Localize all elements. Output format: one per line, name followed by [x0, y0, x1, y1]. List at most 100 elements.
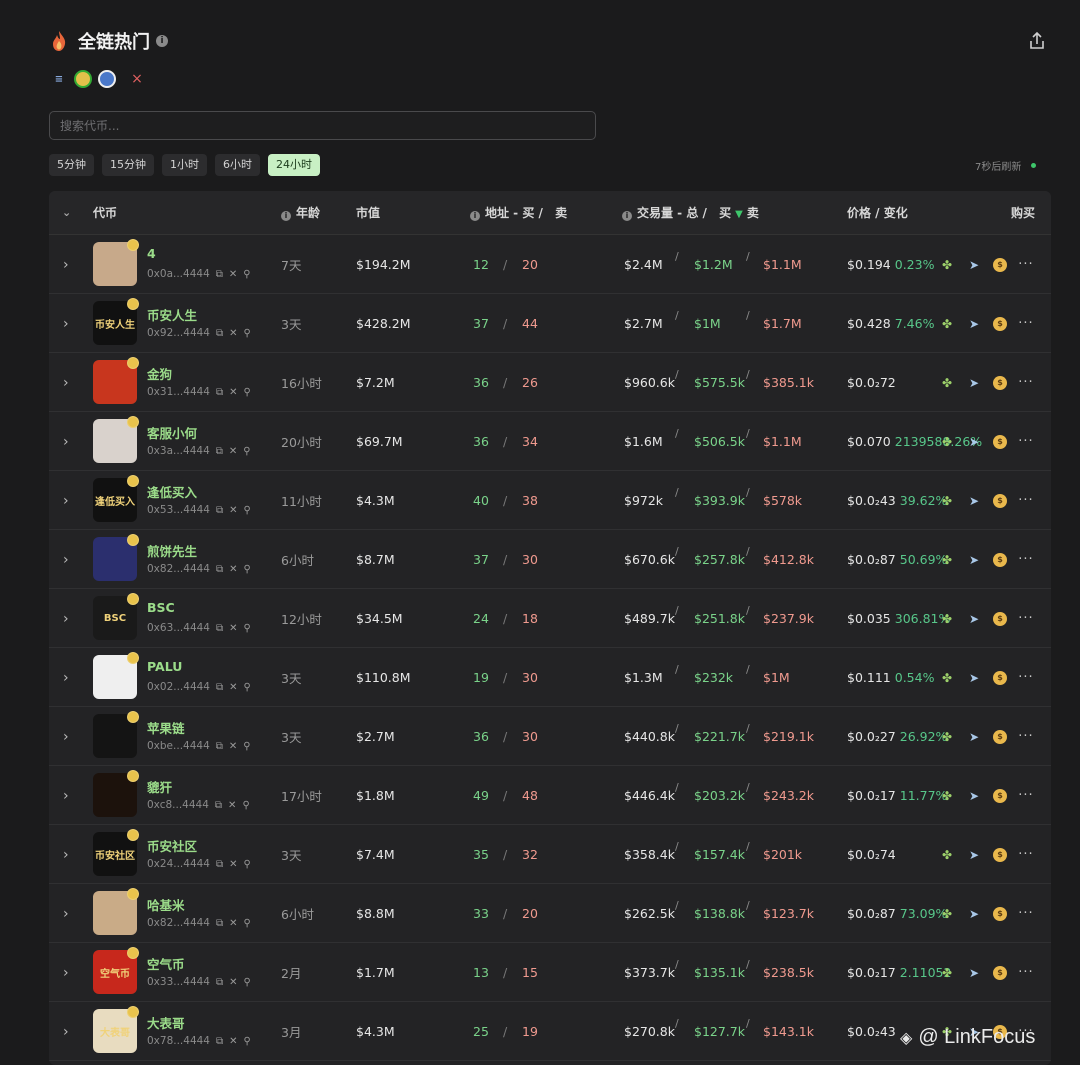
- coin-buy-icon[interactable]: $: [993, 375, 1007, 390]
- coin-buy-icon[interactable]: $: [993, 611, 1007, 626]
- coin-buy-icon[interactable]: $: [993, 847, 1007, 862]
- more-icon[interactable]: ···: [1018, 552, 1034, 568]
- frog-buy-icon[interactable]: ✤: [939, 375, 955, 391]
- frog-buy-icon[interactable]: ✤: [939, 493, 955, 509]
- coin-buy-icon[interactable]: $: [993, 965, 1007, 980]
- expand-row-icon[interactable]: ›: [63, 235, 69, 294]
- expand-row-icon[interactable]: ›: [63, 353, 69, 412]
- coin-buy-icon[interactable]: $: [993, 257, 1007, 272]
- table-row[interactable]: › 币安人生 币安人生 0x92...4444 ⧉ ✕ ⚲ 3天 $428.2M…: [49, 294, 1051, 353]
- timeframe-tab[interactable]: 5分钟: [49, 154, 94, 176]
- bird-buy-icon[interactable]: ➤: [966, 906, 982, 922]
- bird-buy-icon[interactable]: ➤: [966, 965, 982, 981]
- copy-icon[interactable]: ⧉: [215, 800, 222, 811]
- coin-buy-icon[interactable]: $: [993, 788, 1007, 803]
- search-token-icon[interactable]: ⚲: [244, 564, 251, 575]
- more-icon[interactable]: ···: [1018, 670, 1034, 686]
- copy-icon[interactable]: ⧉: [216, 505, 223, 516]
- frog-buy-icon[interactable]: ✤: [939, 257, 955, 273]
- frog-buy-icon[interactable]: ✤: [939, 729, 955, 745]
- more-icon[interactable]: ···: [1018, 257, 1034, 273]
- table-row[interactable]: › PALU 0x02...4444 ⧉ ✕ ⚲ 3天 $110.8M 19 /…: [49, 648, 1051, 707]
- search-token-icon[interactable]: ⚲: [244, 859, 251, 870]
- search-token-icon[interactable]: ⚲: [244, 682, 251, 693]
- search-token-icon[interactable]: ⚲: [244, 918, 251, 929]
- table-row[interactable]: › 苹果链 0xbe...4444 ⧉ ✕ ⚲ 3天 $2.7M 36 / 30…: [49, 707, 1051, 766]
- search-token-icon[interactable]: ⚲: [242, 800, 249, 811]
- token-name[interactable]: 客服小何: [147, 423, 197, 442]
- x-twitter-icon[interactable]: ✕: [229, 623, 237, 634]
- copy-icon[interactable]: ⧉: [216, 564, 223, 575]
- token-name[interactable]: 空气币: [147, 954, 185, 973]
- more-icon[interactable]: ···: [1018, 434, 1034, 450]
- bird-buy-icon[interactable]: ➤: [966, 434, 982, 450]
- more-icon[interactable]: ···: [1018, 788, 1034, 804]
- table-row[interactable]: › 金狗 0x31...4444 ⧉ ✕ ⚲ 16小时 $7.2M 36 / 2…: [49, 353, 1051, 412]
- search-token-icon[interactable]: ⚲: [243, 446, 250, 457]
- copy-icon[interactable]: ⧉: [216, 269, 223, 280]
- expand-row-icon[interactable]: ›: [63, 825, 69, 884]
- x-twitter-icon[interactable]: ✕: [229, 564, 237, 575]
- table-row[interactable]: › 煎饼先生 0x82...4444 ⧉ ✕ ⚲ 6小时 $8.7M 37 / …: [49, 530, 1051, 589]
- coin-buy-icon[interactable]: $: [993, 552, 1007, 567]
- expand-row-icon[interactable]: ›: [63, 1002, 69, 1061]
- x-twitter-icon[interactable]: ✕: [229, 682, 237, 693]
- token-name[interactable]: 苹果链: [147, 718, 185, 737]
- timeframe-tab[interactable]: 1小时: [162, 154, 207, 176]
- bird-buy-icon[interactable]: ➤: [966, 729, 982, 745]
- token-name[interactable]: 哈基米: [147, 895, 185, 914]
- col-volume[interactable]: i 交易量 - 总 / 买 ▼ 卖: [622, 191, 759, 235]
- copy-icon[interactable]: ⧉: [216, 1036, 223, 1047]
- bird-buy-icon[interactable]: ➤: [966, 847, 982, 863]
- frog-buy-icon[interactable]: ✤: [939, 965, 955, 981]
- table-row[interactable]: › 客服小何 0x3a...4444 ⧉ ✕ ⚲ 20小时 $69.7M 36 …: [49, 412, 1051, 471]
- col-mcap[interactable]: 市值: [356, 191, 380, 235]
- table-row[interactable]: › 逢低买入 逢低买入 0x53...4444 ⧉ ✕ ⚲ 11小时 $4.3M…: [49, 471, 1051, 530]
- x-twitter-icon[interactable]: ✕: [229, 446, 237, 457]
- token-name[interactable]: 貔犴: [147, 777, 172, 796]
- copy-icon[interactable]: ⧉: [216, 446, 223, 457]
- timeframe-tab[interactable]: 15分钟: [102, 154, 154, 176]
- search-token-icon[interactable]: ⚲: [243, 741, 250, 752]
- more-icon[interactable]: ···: [1018, 375, 1034, 391]
- x-twitter-icon[interactable]: ✕: [229, 859, 237, 870]
- search-token-icon[interactable]: ⚲: [244, 623, 251, 634]
- x-twitter-icon[interactable]: ✕: [229, 269, 237, 280]
- x-twitter-icon[interactable]: ✕: [229, 918, 237, 929]
- frog-buy-icon[interactable]: ✤: [939, 670, 955, 686]
- expand-row-icon[interactable]: ›: [63, 943, 69, 1002]
- token-name[interactable]: 大表哥: [147, 1013, 185, 1032]
- search-token-icon[interactable]: ⚲: [244, 505, 251, 516]
- search-token-icon[interactable]: ⚲: [244, 387, 251, 398]
- more-icon[interactable]: ···: [1018, 316, 1034, 332]
- bird-buy-icon[interactable]: ➤: [966, 670, 982, 686]
- x-twitter-icon[interactable]: ✕: [229, 505, 237, 516]
- token-name[interactable]: 4: [147, 246, 156, 261]
- table-row[interactable]: › 空气币 空气币 0x33...4444 ⧉ ✕ ⚲ 2月 $1.7M 13 …: [49, 943, 1051, 1002]
- bird-buy-icon[interactable]: ➤: [966, 375, 982, 391]
- clear-chains-icon[interactable]: ×: [128, 70, 146, 88]
- token-name[interactable]: 币安人生: [147, 305, 197, 324]
- x-twitter-icon[interactable]: ✕: [229, 977, 237, 988]
- frog-buy-icon[interactable]: ✤: [939, 611, 955, 627]
- solana-chain-icon[interactable]: ≡: [50, 70, 68, 88]
- frog-buy-icon[interactable]: ✤: [939, 434, 955, 450]
- coin-buy-icon[interactable]: $: [993, 434, 1007, 449]
- search-input[interactable]: [49, 111, 596, 140]
- timeframe-tab[interactable]: 24小时: [268, 154, 320, 176]
- share-icon[interactable]: [1026, 30, 1048, 52]
- copy-icon[interactable]: ⧉: [216, 328, 223, 339]
- table-row[interactable]: › BSC BSC 0x63...4444 ⧉ ✕ ⚲ 12小时 $34.5M …: [49, 589, 1051, 648]
- expand-row-icon[interactable]: ›: [63, 471, 69, 530]
- table-row[interactable]: › 哈基米 0x82...4444 ⧉ ✕ ⚲ 6小时 $8.8M 33 / 2…: [49, 884, 1051, 943]
- bird-buy-icon[interactable]: ➤: [966, 257, 982, 273]
- bird-buy-icon[interactable]: ➤: [966, 493, 982, 509]
- x-twitter-icon[interactable]: ✕: [229, 1036, 237, 1047]
- bird-buy-icon[interactable]: ➤: [966, 788, 982, 804]
- expand-row-icon[interactable]: ›: [63, 766, 69, 825]
- bnb-chain-icon[interactable]: [74, 70, 92, 88]
- coin-buy-icon[interactable]: $: [993, 316, 1007, 331]
- expand-row-icon[interactable]: ›: [63, 412, 69, 471]
- copy-icon[interactable]: ⧉: [216, 741, 223, 752]
- copy-icon[interactable]: ⧉: [216, 623, 223, 634]
